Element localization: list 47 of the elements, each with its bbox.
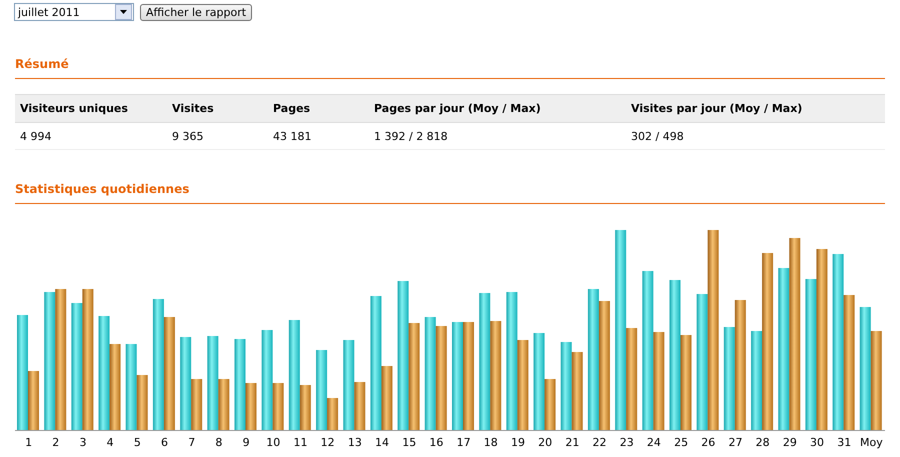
axis-label: 24 xyxy=(646,436,661,449)
table-cell: 302 / 498 xyxy=(626,122,885,150)
dropdown-arrow-icon xyxy=(120,10,127,14)
axis-label: 11 xyxy=(293,436,308,449)
column-header: Visites par jour (Moy / Max) xyxy=(626,94,885,122)
axis-label: 15 xyxy=(402,436,416,449)
axis-label: Moy xyxy=(860,436,883,449)
axis-label: 4 xyxy=(106,436,114,449)
axis-label: 30 xyxy=(810,436,824,449)
table-cell: 43 181 xyxy=(268,122,369,150)
axis-label: 19 xyxy=(510,436,525,449)
axis-label: 16 xyxy=(429,436,444,449)
table-cell: 1 392 / 2 818 xyxy=(369,122,626,150)
column-header: Visiteurs uniques xyxy=(15,94,167,122)
axis-label: 20 xyxy=(538,436,552,449)
section-title: Résumé xyxy=(15,56,70,73)
axis-label: 2 xyxy=(52,436,60,449)
axis-label: 29 xyxy=(782,436,797,449)
show-report-button[interactable]: Afficher le rapport xyxy=(140,4,252,20)
axis-label: 6 xyxy=(161,436,168,449)
section-title: Statistiques quotidiennes xyxy=(15,181,190,198)
column-header: Pages xyxy=(268,94,369,122)
axis-label: 17 xyxy=(456,436,471,449)
axis-label: 8 xyxy=(215,436,222,449)
axis-label: 14 xyxy=(375,436,390,449)
axis-label: 3 xyxy=(79,436,86,449)
axis-label: 31 xyxy=(837,436,852,449)
axis-label: 25 xyxy=(674,436,688,449)
axis-label: 28 xyxy=(756,436,770,449)
column-header: Visites xyxy=(167,94,268,122)
axis-label: 26 xyxy=(701,436,716,449)
axis-label: 13 xyxy=(348,436,362,449)
axis-label: 1 xyxy=(25,436,32,449)
axis-label: 21 xyxy=(565,436,580,449)
column-header: Pages par jour (Moy / Max) xyxy=(369,94,626,122)
axis-label: 9 xyxy=(242,436,250,449)
axis-label: 5 xyxy=(134,436,141,449)
table-cell: 9 365 xyxy=(167,122,268,150)
table-cell: 4 994 xyxy=(15,122,167,150)
month-select[interactable]: juillet 2011 xyxy=(14,3,134,21)
axis-label: 23 xyxy=(620,436,634,449)
axis-label: 18 xyxy=(484,436,498,449)
axis-label: 22 xyxy=(592,436,607,449)
axis-label: 10 xyxy=(266,436,280,449)
axis-label: 27 xyxy=(728,436,742,449)
axis-label: 12 xyxy=(320,436,335,449)
axis-label: 7 xyxy=(188,436,196,449)
